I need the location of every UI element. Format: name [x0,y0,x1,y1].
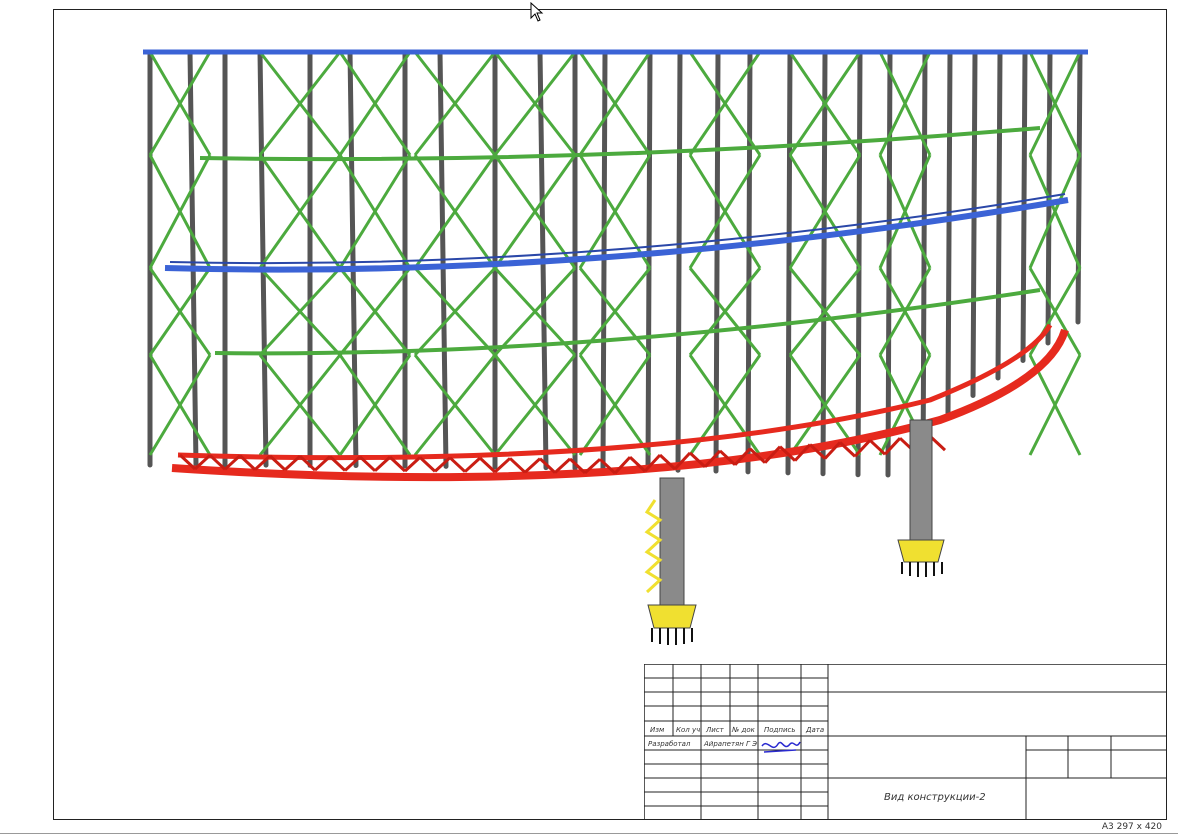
bottom-line [0,833,1178,834]
header-izm: Изм [650,726,665,734]
truss-member [463,456,482,473]
header-date: Дата [806,726,825,734]
sheet-format: А3 297 х 420 [1101,822,1162,832]
post [645,49,653,473]
post [187,49,199,468]
header-doc: № док [732,726,755,734]
truss-member [448,456,467,473]
header-list: Лист [706,726,724,734]
post [820,49,828,477]
post [785,49,793,476]
header-kol-uch: Кол уч [676,726,701,734]
drawing-title: Вид конструкции-2 [884,792,986,803]
blue-mid-ring [164,193,1069,273]
role-label: Разработал [648,740,691,748]
truss-member [418,456,437,473]
post [995,49,1003,381]
post [920,49,928,478]
author-name: Айрапетян Г Э [704,740,758,748]
post [745,49,753,475]
post [1075,49,1083,325]
header-signature: Подпись [764,726,796,734]
column-1 [644,477,697,645]
post [945,49,953,416]
post [675,49,683,473]
post [347,49,359,469]
truss-member [523,457,542,474]
truss-member [508,457,527,474]
post [970,49,978,398]
cursor-icon [530,2,544,22]
